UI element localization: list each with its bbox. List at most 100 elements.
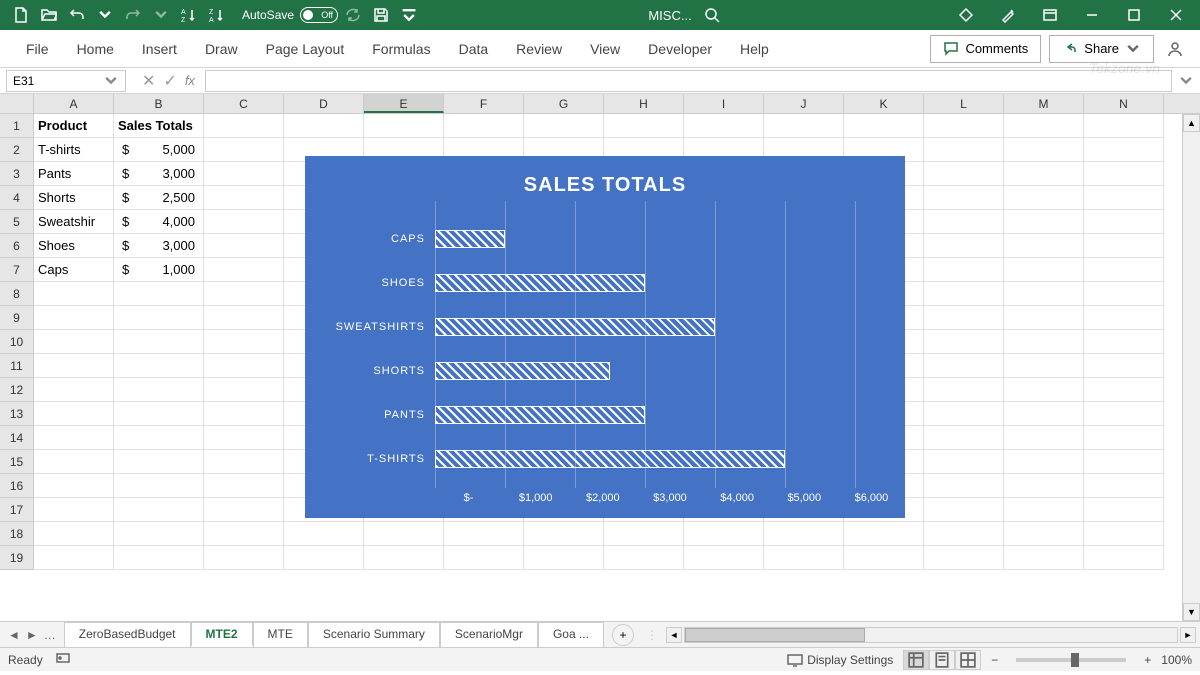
cell[interactable]	[924, 306, 1004, 330]
row-header[interactable]: 10	[0, 330, 34, 354]
cell[interactable]	[1004, 282, 1084, 306]
cell[interactable]: Product	[34, 114, 114, 138]
sheet-tab[interactable]: ZeroBasedBudget	[64, 622, 191, 647]
undo-dropdown-icon[interactable]	[92, 2, 118, 28]
column-header[interactable]: C	[204, 94, 284, 113]
qat-customize-icon[interactable]	[396, 2, 422, 28]
cell[interactable]	[1084, 546, 1164, 570]
cell[interactable]	[1084, 330, 1164, 354]
row-header[interactable]: 11	[0, 354, 34, 378]
cell[interactable]: Pants	[34, 162, 114, 186]
cell[interactable]	[924, 498, 1004, 522]
cell[interactable]	[844, 522, 924, 546]
maximize-icon[interactable]	[1114, 2, 1154, 28]
row-header[interactable]: 19	[0, 546, 34, 570]
zoom-slider[interactable]	[1016, 658, 1126, 662]
column-header[interactable]: M	[1004, 94, 1084, 113]
column-header[interactable]: L	[924, 94, 1004, 113]
cell[interactable]	[924, 114, 1004, 138]
cell[interactable]: $3,000	[114, 162, 204, 186]
cell[interactable]: T-shirts	[34, 138, 114, 162]
cell[interactable]	[924, 426, 1004, 450]
cell[interactable]	[1004, 186, 1084, 210]
cell[interactable]	[764, 546, 844, 570]
cell[interactable]	[1004, 306, 1084, 330]
row-header[interactable]: 17	[0, 498, 34, 522]
column-header[interactable]: E	[364, 94, 444, 113]
cell[interactable]	[204, 522, 284, 546]
tab-nav-more-icon[interactable]: …	[44, 628, 56, 642]
sort-desc-icon[interactable]: ZA	[204, 2, 230, 28]
column-header[interactable]: K	[844, 94, 924, 113]
cell[interactable]	[1084, 258, 1164, 282]
autosave-toggle[interactable]: AutoSave Off	[242, 7, 338, 23]
cell[interactable]	[34, 426, 114, 450]
cell[interactable]: Shorts	[34, 186, 114, 210]
cell[interactable]	[204, 330, 284, 354]
row-header[interactable]: 8	[0, 282, 34, 306]
cell[interactable]	[1084, 426, 1164, 450]
cell[interactable]	[1084, 498, 1164, 522]
cell[interactable]	[114, 330, 204, 354]
ribbon-tab-developer[interactable]: Developer	[634, 33, 726, 65]
scroll-down-icon[interactable]: ▼	[1183, 603, 1200, 621]
page-layout-view-icon[interactable]	[929, 650, 955, 670]
cell[interactable]	[1004, 546, 1084, 570]
sheet-tab[interactable]: Scenario Summary	[308, 622, 440, 647]
cell[interactable]	[204, 378, 284, 402]
cell[interactable]: Sales Totals	[114, 114, 204, 138]
sheet-tab[interactable]: MTE	[253, 622, 308, 647]
sync-icon[interactable]	[340, 2, 366, 28]
cell[interactable]	[924, 402, 1004, 426]
cell[interactable]	[604, 546, 684, 570]
cell[interactable]	[204, 426, 284, 450]
cell[interactable]	[34, 378, 114, 402]
macro-record-icon[interactable]	[55, 650, 71, 669]
cell[interactable]	[1004, 402, 1084, 426]
user-icon[interactable]	[1162, 36, 1188, 62]
cell[interactable]	[1084, 234, 1164, 258]
ribbon-tab-page-layout[interactable]: Page Layout	[252, 33, 359, 65]
cell[interactable]	[524, 522, 604, 546]
cell[interactable]	[34, 474, 114, 498]
minimize-icon[interactable]	[1072, 2, 1112, 28]
cell[interactable]	[924, 162, 1004, 186]
cell[interactable]	[1084, 138, 1164, 162]
ribbon-display-icon[interactable]	[1030, 2, 1070, 28]
zoom-out-icon[interactable]: −	[991, 653, 998, 667]
cell[interactable]	[34, 330, 114, 354]
cell[interactable]	[1004, 498, 1084, 522]
ribbon-tab-home[interactable]: Home	[63, 33, 128, 65]
cell[interactable]	[1004, 522, 1084, 546]
close-icon[interactable]	[1156, 2, 1196, 28]
cell[interactable]	[114, 474, 204, 498]
cell[interactable]	[1004, 378, 1084, 402]
tab-nav-prev-icon[interactable]: ►	[26, 628, 38, 642]
cell[interactable]	[1004, 330, 1084, 354]
row-header[interactable]: 6	[0, 234, 34, 258]
cell[interactable]	[924, 450, 1004, 474]
cell[interactable]	[204, 210, 284, 234]
row-header[interactable]: 5	[0, 210, 34, 234]
cell[interactable]	[924, 210, 1004, 234]
cell[interactable]: Sweatshir	[34, 210, 114, 234]
cell[interactable]	[204, 450, 284, 474]
cell[interactable]	[684, 522, 764, 546]
cell[interactable]	[364, 522, 444, 546]
cell[interactable]	[114, 282, 204, 306]
cell[interactable]: $2,500	[114, 186, 204, 210]
column-header[interactable]: G	[524, 94, 604, 113]
save-icon[interactable]	[368, 2, 394, 28]
cell[interactable]	[204, 186, 284, 210]
cell[interactable]	[114, 426, 204, 450]
ribbon-tab-draw[interactable]: Draw	[191, 33, 252, 65]
cell[interactable]	[924, 354, 1004, 378]
cell[interactable]	[924, 546, 1004, 570]
cell[interactable]	[1004, 234, 1084, 258]
sheet-tab[interactable]: Goa ...	[538, 622, 604, 647]
column-header[interactable]: F	[444, 94, 524, 113]
column-header[interactable]: N	[1084, 94, 1164, 113]
cell[interactable]: Shoes	[34, 234, 114, 258]
column-header[interactable]: J	[764, 94, 844, 113]
cell[interactable]	[1084, 522, 1164, 546]
